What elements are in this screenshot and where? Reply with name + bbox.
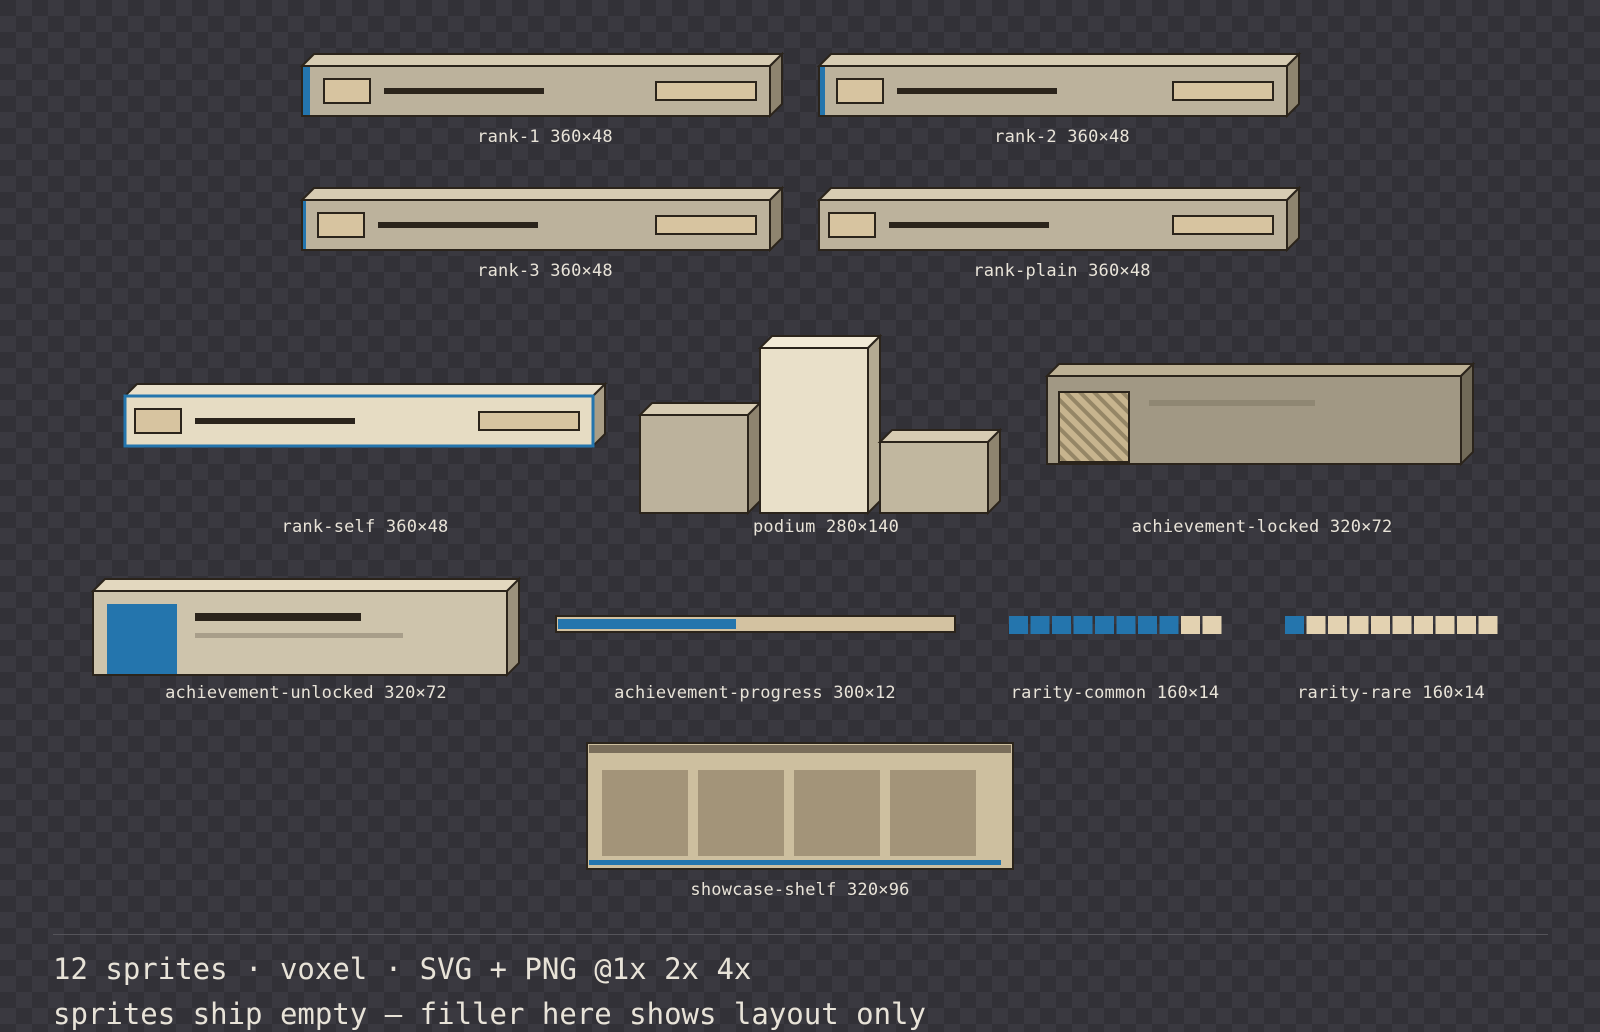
rank-accent-stripe: [820, 67, 825, 115]
locked-title-bar: [1149, 400, 1315, 406]
score-slot: [478, 411, 580, 431]
rarity-rare-pip-empty: [1435, 616, 1455, 634]
rank-accent-stripe: [303, 67, 310, 115]
avatar-slot: [323, 78, 371, 104]
rarity-common-pip-filled: [1159, 616, 1179, 634]
name-bar: [195, 418, 355, 424]
rarity-rare-pip-empty: [1392, 616, 1412, 634]
rarity-common-pip-filled: [1030, 616, 1050, 634]
shelf-slot: [698, 770, 784, 856]
avatar-slot: [836, 78, 884, 104]
score-slot: [655, 215, 757, 235]
podium-second-place-block: [639, 414, 749, 514]
locked-badge-slot: [1058, 391, 1130, 463]
avatar-slot: [317, 212, 365, 238]
avatar-slot: [828, 212, 876, 238]
avatar-slot: [134, 408, 182, 434]
rarity-rare-pip-empty: [1349, 616, 1369, 634]
rarity-common-label: rarity-common 160×14: [1010, 683, 1220, 703]
podium-third-place-block: [879, 441, 989, 514]
footer-note: sprites ship empty — filler here shows l…: [53, 997, 926, 1031]
score-slot: [1172, 215, 1274, 235]
name-bar: [384, 88, 544, 94]
footer-summary: 12 sprites · voxel · SVG + PNG @1x 2x 4x: [53, 952, 752, 986]
rarity-rare-pip-empty: [1328, 616, 1347, 634]
achievement-locked-sprite: [1044, 361, 1476, 467]
shelf-top-rail: [589, 745, 1011, 753]
rank-self-label: rank-self 360×48: [281, 517, 449, 537]
score-slot: [1172, 81, 1274, 101]
achievement-unlocked-label: achievement-unlocked 320×72: [165, 683, 447, 703]
name-bar: [889, 222, 1049, 228]
podium-label: podium 280×140: [752, 517, 900, 537]
rarity-common-pip-empty: [1202, 616, 1222, 634]
rank-plain-sprite: [816, 185, 1302, 253]
achievement-locked-label: achievement-locked 320×72: [1131, 517, 1393, 537]
footer-divider: [53, 934, 1548, 935]
rank-1-sprite: [299, 51, 785, 119]
unlocked-title-bar: [195, 613, 361, 621]
rarity-common-pip-filled: [1073, 616, 1093, 634]
rarity-rare-pip-empty: [1457, 616, 1476, 634]
rank-self-sprite: [122, 381, 608, 449]
showcase-shelf-sprite: [586, 742, 1014, 870]
rarity-common-pip-filled: [1116, 616, 1136, 634]
showcase-shelf-label: showcase-shelf 320×96: [690, 880, 910, 900]
rarity-rare-pip-empty: [1414, 616, 1433, 634]
score-slot: [655, 81, 757, 101]
progress-fill: [558, 619, 736, 629]
shelf-slot: [890, 770, 976, 856]
rank-3-label: rank-3 360×48: [477, 261, 613, 281]
rarity-common-pip-filled: [1138, 616, 1157, 634]
name-bar: [897, 88, 1057, 94]
rarity-rare-label: rarity-rare 160×14: [1297, 683, 1485, 703]
rarity-rare-pip-empty: [1306, 616, 1326, 634]
rank-2-label: rank-2 360×48: [994, 127, 1130, 147]
shelf-base-accent: [589, 860, 1001, 865]
rarity-common-pip-filled: [1052, 616, 1071, 634]
podium-first-place-block: [759, 347, 869, 514]
name-bar: [378, 222, 538, 228]
unlocked-subtitle-bar: [195, 633, 403, 638]
rarity-rare-sprite: [1285, 616, 1498, 634]
unlocked-badge: [107, 604, 177, 674]
achievement-unlocked-sprite: [90, 576, 522, 678]
rarity-common-sprite: [1009, 616, 1222, 634]
rank-2-sprite: [816, 51, 1302, 119]
achievement-progress-sprite: [555, 615, 956, 633]
rank-plain-label: rank-plain 360×48: [973, 261, 1151, 281]
rarity-common-pip-empty: [1181, 616, 1200, 634]
rank-3-sprite: [299, 185, 785, 253]
rarity-common-pip-filled: [1095, 616, 1114, 634]
shelf-slot: [602, 770, 688, 856]
rarity-rare-pip-empty: [1478, 616, 1498, 634]
rank-1-label: rank-1 360×48: [477, 127, 613, 147]
achievement-progress-label: achievement-progress 300×12: [614, 683, 896, 703]
podium-sprite: [637, 333, 1003, 516]
shelf-slot: [794, 770, 880, 856]
rarity-rare-pip-empty: [1371, 616, 1390, 634]
rank-accent-stripe: [303, 201, 306, 249]
rarity-rare-pip-filled: [1285, 616, 1304, 634]
rarity-common-pip-filled: [1009, 616, 1028, 634]
